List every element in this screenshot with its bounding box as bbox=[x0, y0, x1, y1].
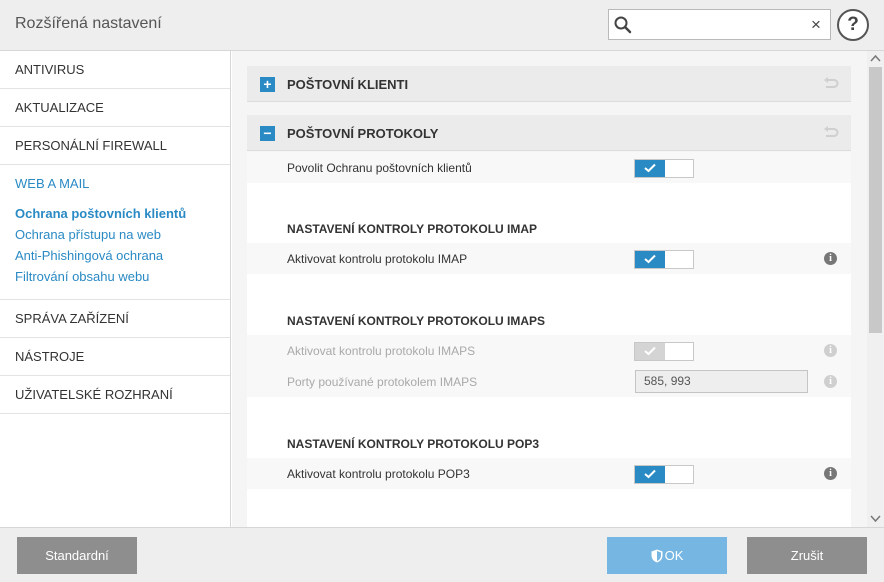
scrollbar[interactable] bbox=[867, 51, 884, 527]
spacer bbox=[247, 397, 851, 426]
checkmark-icon bbox=[644, 346, 656, 356]
revert-icon[interactable] bbox=[823, 126, 839, 140]
info-icon[interactable]: i bbox=[824, 344, 837, 357]
heading-row: NASTAVENÍ KONTROLY PROTOKOLU IMAP bbox=[247, 211, 851, 243]
search-box[interactable]: × bbox=[608, 9, 831, 40]
collapse-icon[interactable]: − bbox=[260, 126, 275, 141]
sidebar-group-web-mail: WEB A MAIL Ochrana poštovních klientů Oc… bbox=[0, 165, 230, 300]
setting-label: Aktivovat kontrolu protokolu POP3 bbox=[287, 467, 470, 481]
imaps-ports-field[interactable]: 585, 993 bbox=[635, 370, 808, 393]
imaps-heading: NASTAVENÍ KONTROLY PROTOKOLU IMAPS bbox=[287, 314, 546, 328]
checkmark-icon bbox=[644, 469, 656, 479]
section-mail-clients[interactable]: + POŠTOVNÍ KLIENTI bbox=[247, 66, 851, 102]
sidebar-item-web-mail[interactable]: WEB A MAIL bbox=[0, 165, 230, 203]
ok-label: OK bbox=[664, 548, 684, 563]
imap-toggle[interactable] bbox=[634, 250, 694, 269]
revert-icon[interactable] bbox=[823, 77, 839, 91]
default-button[interactable]: Standardní bbox=[17, 537, 137, 574]
heading-row: NASTAVENÍ KONTROLY PROTOKOLU POP3 bbox=[247, 426, 851, 458]
imaps-toggle[interactable] bbox=[634, 342, 694, 361]
search-input[interactable] bbox=[637, 14, 807, 36]
footer: Standardní OK Zrušit bbox=[0, 527, 884, 582]
setting-label: Porty používané protokolem IMAPS bbox=[287, 375, 478, 389]
sidebar-item-firewall[interactable]: PERSONÁLNÍ FIREWALL bbox=[0, 127, 230, 165]
checkmark-icon bbox=[644, 254, 656, 264]
sidebar-subitem-web-filtering[interactable]: Filtrování obsahu webu bbox=[0, 266, 230, 287]
section-title: POŠTOVNÍ PROTOKOLY bbox=[287, 126, 439, 141]
spacer bbox=[247, 489, 851, 527]
setting-label: Povolit Ochranu poštovních klientů bbox=[287, 161, 472, 175]
checkmark-icon bbox=[644, 163, 656, 173]
setting-label: Aktivovat kontrolu protokolu IMAP bbox=[287, 252, 468, 266]
imap-heading: NASTAVENÍ KONTROLY PROTOKOLU IMAP bbox=[287, 222, 538, 236]
scroll-up-icon[interactable] bbox=[870, 54, 881, 64]
window-title: Rozšířená nastavení bbox=[15, 15, 162, 32]
expand-icon[interactable]: + bbox=[260, 77, 275, 92]
setting-row: Porty používané protokolem IMAPS 585, 99… bbox=[247, 366, 851, 397]
heading-row: NASTAVENÍ KONTROLY PROTOKOLU IMAPS bbox=[247, 303, 851, 335]
scrollbar-thumb[interactable] bbox=[869, 67, 882, 333]
cancel-button[interactable]: Zrušit bbox=[747, 537, 867, 574]
search-icon bbox=[614, 16, 632, 34]
sidebar-subitem-mail-client-protection[interactable]: Ochrana poštovních klientů bbox=[0, 203, 230, 224]
setting-row: Aktivovat kontrolu protokolu IMAP i bbox=[247, 243, 851, 274]
sidebar-item-device-control[interactable]: SPRÁVA ZAŘÍZENÍ bbox=[0, 300, 230, 338]
settings-content: + POŠTOVNÍ KLIENTI − POŠTOVNÍ PROTOKOLY … bbox=[232, 51, 884, 527]
sidebar-item-antivirus[interactable]: ANTIVIRUS bbox=[0, 51, 230, 89]
section-mail-protocols[interactable]: − POŠTOVNÍ PROTOKOLY bbox=[247, 115, 851, 151]
ok-button[interactable]: OK bbox=[607, 537, 727, 574]
title-bar: Rozšířená nastavení × ? bbox=[0, 0, 884, 51]
section-title: POŠTOVNÍ KLIENTI bbox=[287, 77, 409, 92]
info-icon[interactable]: i bbox=[824, 375, 837, 388]
clear-search-icon[interactable]: × bbox=[806, 14, 826, 36]
pop3-toggle[interactable] bbox=[634, 465, 694, 484]
enable-protection-toggle[interactable] bbox=[634, 159, 694, 178]
sidebar-item-user-interface[interactable]: UŽIVATELSKÉ ROZHRANÍ bbox=[0, 376, 230, 414]
sidebar-item-tools[interactable]: NÁSTROJE bbox=[0, 338, 230, 376]
scroll-down-icon[interactable] bbox=[870, 513, 881, 523]
setting-label: Aktivovat kontrolu protokolu IMAPS bbox=[287, 344, 476, 358]
help-button[interactable]: ? bbox=[837, 9, 869, 41]
setting-row: Aktivovat kontrolu protokolu POP3 i bbox=[247, 458, 851, 489]
sidebar: ANTIVIRUS AKTUALIZACE PERSONÁLNÍ FIREWAL… bbox=[0, 51, 231, 527]
spacer bbox=[247, 274, 851, 303]
sidebar-subitem-web-access-protection[interactable]: Ochrana přístupu na web bbox=[0, 224, 230, 245]
setting-row: Aktivovat kontrolu protokolu IMAPS i bbox=[247, 335, 851, 366]
spacer bbox=[247, 183, 851, 211]
info-icon[interactable]: i bbox=[824, 252, 837, 265]
pop3-heading: NASTAVENÍ KONTROLY PROTOKOLU POP3 bbox=[287, 437, 540, 451]
shield-icon bbox=[651, 549, 663, 563]
info-icon[interactable]: i bbox=[824, 467, 837, 480]
sidebar-item-updates[interactable]: AKTUALIZACE bbox=[0, 89, 230, 127]
setting-row: Povolit Ochranu poštovních klientů bbox=[247, 152, 851, 183]
sidebar-subitem-anti-phishing[interactable]: Anti-Phishingová ochrana bbox=[0, 245, 230, 266]
